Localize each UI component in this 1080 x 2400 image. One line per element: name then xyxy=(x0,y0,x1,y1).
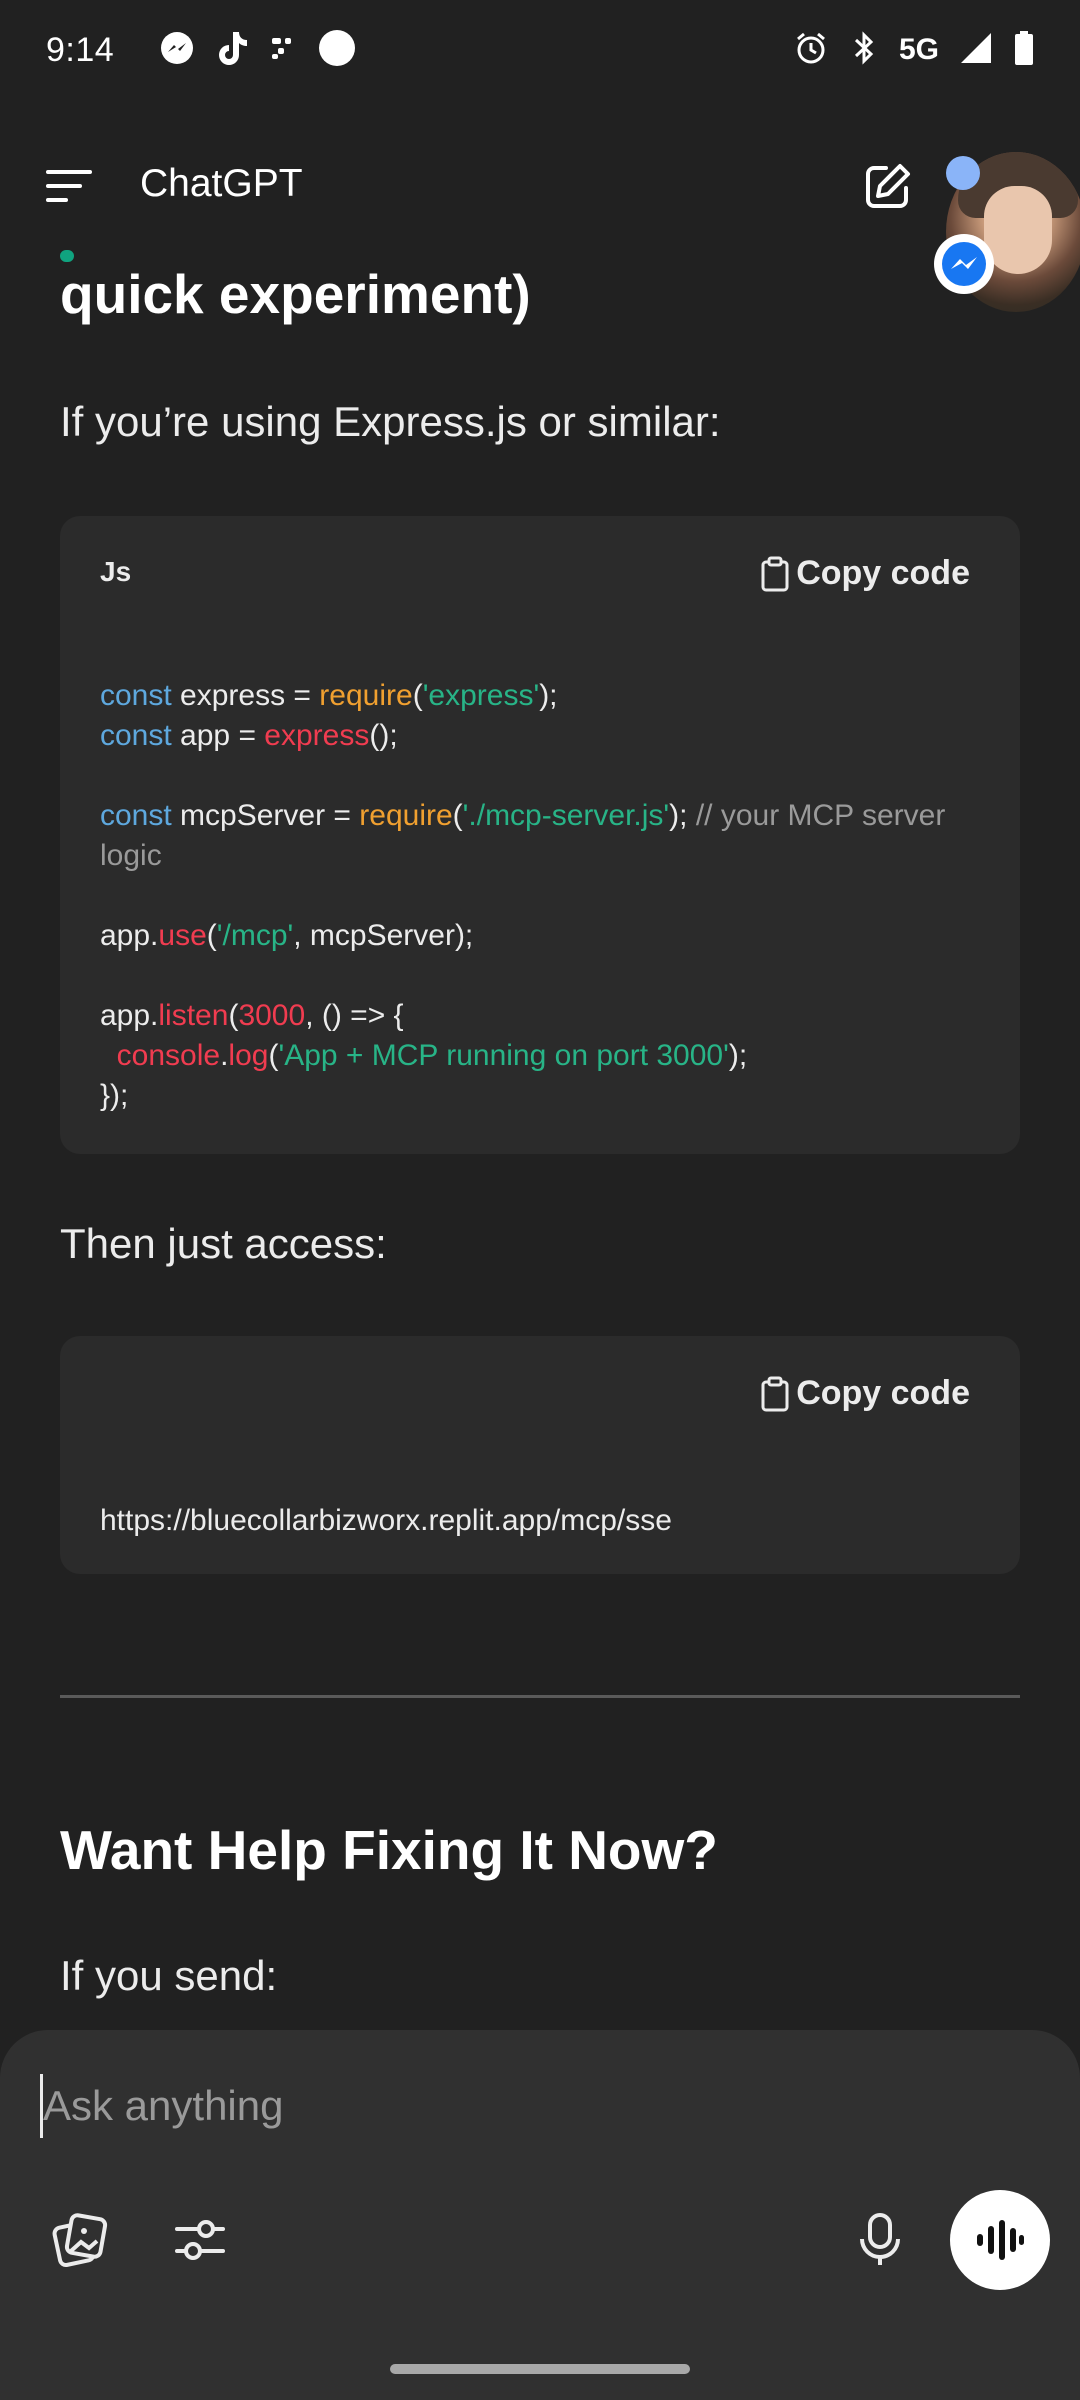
code-block-js: Js Copy code const express = require('ex… xyxy=(60,516,1020,1154)
menu-icon xyxy=(46,170,92,202)
code-block-url: Copy code https://bluecollarbizworx.repl… xyxy=(60,1336,1020,1574)
home-indicator[interactable] xyxy=(390,2364,690,2374)
sliders-icon xyxy=(175,2220,225,2260)
dictate-button[interactable] xyxy=(850,2210,910,2270)
network-label: 5G xyxy=(898,33,939,66)
partial-heading: quick experiment) xyxy=(60,263,531,325)
if-send-text: If you send: xyxy=(60,1952,278,1999)
status-bar: 9:14 5G xyxy=(0,0,1080,100)
clipboard-icon xyxy=(761,556,789,591)
code-content: const express = require('express'); cons… xyxy=(100,679,954,1112)
section-heading: Want Help Fixing It Now? xyxy=(60,1819,718,1881)
message-input[interactable] xyxy=(40,2074,860,2138)
tiktok-icon xyxy=(216,30,248,71)
copy-code-label: Copy code xyxy=(796,1374,970,1412)
image-icon xyxy=(52,2213,108,2268)
waveform-icon xyxy=(977,2220,1024,2260)
unread-dot xyxy=(946,156,980,190)
clipboard-icon xyxy=(761,1376,789,1411)
circle-icon xyxy=(318,29,356,72)
copy-code-button[interactable]: Copy code xyxy=(760,554,970,593)
edit-icon xyxy=(866,164,910,208)
copy-code-button[interactable]: Copy code xyxy=(760,1374,970,1413)
status-right: 5G xyxy=(793,30,1035,71)
chat-head-bubble[interactable] xyxy=(934,150,1080,320)
notification-icons xyxy=(160,29,356,72)
app-bar: ChatGPT xyxy=(0,140,1080,230)
status-left: 9:14 xyxy=(46,29,356,72)
bluetooth-icon xyxy=(849,30,879,71)
divider xyxy=(60,1695,1020,1698)
app-title[interactable]: ChatGPT xyxy=(140,162,303,206)
slack-like-icon xyxy=(270,35,296,66)
composer xyxy=(0,2030,1080,2400)
intro-text: If you’re using Express.js or similar: xyxy=(60,398,721,445)
tools-button[interactable] xyxy=(170,2210,230,2270)
voice-mode-button[interactable] xyxy=(950,2190,1050,2290)
messenger-icon xyxy=(160,31,194,70)
signal-icon xyxy=(959,31,993,70)
partial-heading-fragment xyxy=(60,250,74,262)
messenger-badge-icon xyxy=(934,234,994,294)
copy-code-label: Copy code xyxy=(796,554,970,592)
menu-button[interactable] xyxy=(46,168,94,202)
battery-icon xyxy=(1013,30,1035,71)
code-language-label: Js xyxy=(100,556,132,587)
new-chat-button[interactable] xyxy=(862,160,914,212)
then-text: Then just access: xyxy=(60,1220,387,1267)
url-code-line: https://bluecollarbizworx.replit.app/mcp… xyxy=(100,1504,672,1537)
alarm-icon xyxy=(793,30,829,71)
status-time: 9:14 xyxy=(46,30,115,69)
microphone-icon xyxy=(860,2213,900,2265)
attach-image-button[interactable] xyxy=(50,2210,110,2270)
